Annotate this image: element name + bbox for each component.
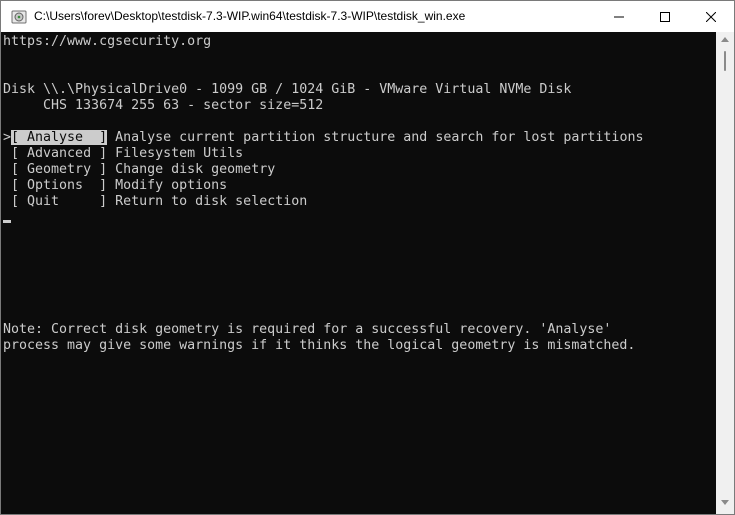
menu-marker bbox=[3, 162, 11, 177]
menu-label-geometry[interactable]: [ Geometry ] bbox=[11, 162, 107, 177]
menu-description: Analyse current partition structure and … bbox=[107, 130, 644, 145]
disk-info-line: Disk \\.\PhysicalDrive0 - 1099 GB / 1024… bbox=[3, 82, 572, 97]
note-line-2: process may give some warnings if it thi… bbox=[3, 338, 636, 353]
maximize-icon bbox=[660, 11, 670, 22]
menu-label-quit[interactable]: [ Quit ] bbox=[11, 194, 107, 209]
window-title: C:\Users\forev\Desktop\testdisk-7.3-WIP.… bbox=[34, 9, 466, 23]
terminal-window: C:\Users\forev\Desktop\testdisk-7.3-WIP.… bbox=[0, 0, 735, 515]
menu-marker bbox=[3, 178, 11, 193]
close-button[interactable] bbox=[688, 1, 734, 32]
menu-description: Change disk geometry bbox=[107, 162, 276, 177]
chs-info-line: CHS 133674 255 63 - sector size=512 bbox=[3, 98, 324, 113]
menu-description: Modify options bbox=[107, 178, 228, 193]
menu-label-analyse[interactable]: [ Analyse ] bbox=[11, 130, 108, 145]
menu-item-geometry[interactable]: [ Geometry ] Change disk geometry bbox=[3, 162, 275, 178]
url-line: https://www.cgsecurity.org bbox=[3, 34, 212, 49]
menu-item-advanced[interactable]: [ Advanced ] Filesystem Utils bbox=[3, 146, 243, 162]
testdisk-app-icon bbox=[11, 10, 27, 24]
close-icon bbox=[706, 11, 716, 22]
scroll-down-arrow-icon[interactable] bbox=[721, 500, 729, 506]
menu-item-options[interactable]: [ Options ] Modify options bbox=[3, 178, 227, 194]
menu-marker bbox=[3, 194, 11, 209]
menu-description: Filesystem Utils bbox=[107, 146, 244, 161]
scroll-thumb[interactable] bbox=[724, 51, 726, 71]
note-line-1: Note: Correct disk geometry is required … bbox=[3, 322, 612, 337]
menu-description: Return to disk selection bbox=[107, 194, 308, 209]
maximize-button[interactable] bbox=[642, 1, 688, 32]
menu-label-advanced[interactable]: [ Advanced ] bbox=[11, 146, 107, 161]
menu-label-options[interactable]: [ Options ] bbox=[11, 178, 107, 193]
menu-item-quit[interactable]: [ Quit ] Return to disk selection bbox=[3, 194, 307, 210]
minimize-button[interactable] bbox=[596, 1, 642, 32]
menu-marker: > bbox=[3, 130, 12, 145]
scroll-up-arrow-icon[interactable] bbox=[721, 36, 729, 42]
vertical-scrollbar[interactable] bbox=[716, 32, 734, 514]
text-cursor bbox=[3, 220, 11, 223]
menu-marker bbox=[3, 146, 11, 161]
minimize-icon bbox=[614, 16, 624, 17]
menu-item-analyse[interactable]: >[ Analyse ] Analyse current partition s… bbox=[3, 130, 643, 146]
title-bar[interactable]: C:\Users\forev\Desktop\testdisk-7.3-WIP.… bbox=[1, 1, 734, 32]
console-output[interactable]: https://www.cgsecurity.org Disk \\.\Phys… bbox=[1, 32, 716, 514]
